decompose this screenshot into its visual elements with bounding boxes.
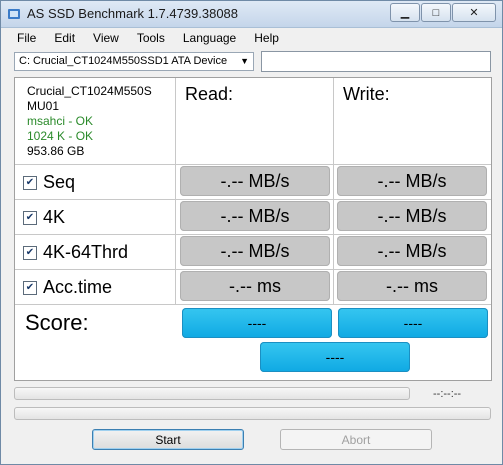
elapsed-time: --:--:-- [433,388,462,400]
minimize-button[interactable]: ▁ [390,3,420,22]
close-icon: ✕ [469,7,479,19]
read-header: Read: [185,84,234,104]
seq-read-result: -.-- MB/s [180,166,330,196]
progress-bar [14,387,410,400]
menu-help[interactable]: Help [246,28,287,49]
menu-bar: File Edit View Tools Language Help [1,28,502,49]
minimize-icon: ▁ [400,7,410,19]
title-bar: AS SSD Benchmark 1.7.4739.38088 ▁ □ ✕ [1,1,502,28]
row-divider [15,199,491,200]
seq-checkbox[interactable]: ✔ [23,175,37,190]
score-label: Score: [25,310,89,335]
4k64-label: 4K-64Thrd [43,242,129,262]
write-score: ---- [338,308,488,338]
4k-checkbox[interactable]: ✔ [23,210,37,225]
row-divider [15,164,491,165]
acctime-read-result: -.-- ms [180,271,330,301]
row-acctime-label: ✔ Acc.time [23,277,112,298]
row-divider [15,234,491,235]
results-grid: Crucial_CT1024M550S MU01 msahci - OK 102… [14,77,492,381]
alignment-status: 1024 K - OK [27,129,94,143]
close-button[interactable]: ✕ [452,3,496,22]
start-button[interactable]: Start [92,429,244,450]
menu-view[interactable]: View [85,28,127,49]
column-divider [333,78,334,304]
seq-write-result: -.-- MB/s [337,166,487,196]
app-window: AS SSD Benchmark 1.7.4739.38088 ▁ □ ✕ Fi… [0,0,503,465]
4k64-read-result: -.-- MB/s [180,236,330,266]
4k64-checkbox[interactable]: ✔ [23,245,37,260]
seq-label: Seq [43,172,76,192]
acctime-checkbox[interactable]: ✔ [23,280,37,295]
device-select-value: C: Crucial_CT1024M550SSD1 ATA Device [19,55,228,67]
menu-edit[interactable]: Edit [46,28,83,49]
4k-write-result: -.-- MB/s [337,201,487,231]
read-score: ---- [182,308,332,338]
drive-size: 953.86 GB [27,144,85,158]
window-title: AS SSD Benchmark 1.7.4739.38088 [27,6,239,21]
maximize-icon: □ [432,6,440,19]
row-4k-label: ✔ 4K [23,207,65,228]
4k-read-result: -.-- MB/s [180,201,330,231]
abort-button[interactable]: Abort [280,429,432,450]
window-controls: ▁ □ ✕ [389,3,496,22]
row-4k64-label: ✔ 4K-64Thrd [23,242,128,263]
acctime-write-result: -.-- ms [337,271,487,301]
drive-info: Crucial_CT1024M550S MU01 msahci - OK 102… [27,84,152,159]
acctime-label: Acc.time [43,277,113,297]
total-score: ---- [260,342,410,372]
driver-status: msahci - OK [27,114,94,128]
row-divider [15,304,491,305]
app-icon [8,9,20,19]
maximize-button[interactable]: □ [421,3,451,22]
4k64-write-result: -.-- MB/s [337,236,487,266]
total-progress-bar [14,407,491,420]
menu-file[interactable]: File [9,28,44,49]
row-divider [15,269,491,270]
dropdown-arrow-icon: ▼ [240,56,249,66]
menu-tools[interactable]: Tools [129,28,173,49]
drive-firmware: MU01 [27,99,60,113]
column-divider [175,78,176,304]
row-seq-label: ✔ Seq [23,172,75,193]
drive-model: Crucial_CT1024M550S [27,84,152,98]
device-select[interactable]: C: Crucial_CT1024M550SSD1 ATA Device ▼ [14,52,254,71]
write-header: Write: [343,84,390,104]
4k-label: 4K [43,207,66,227]
device-info-box [261,51,491,72]
menu-language[interactable]: Language [175,28,244,49]
